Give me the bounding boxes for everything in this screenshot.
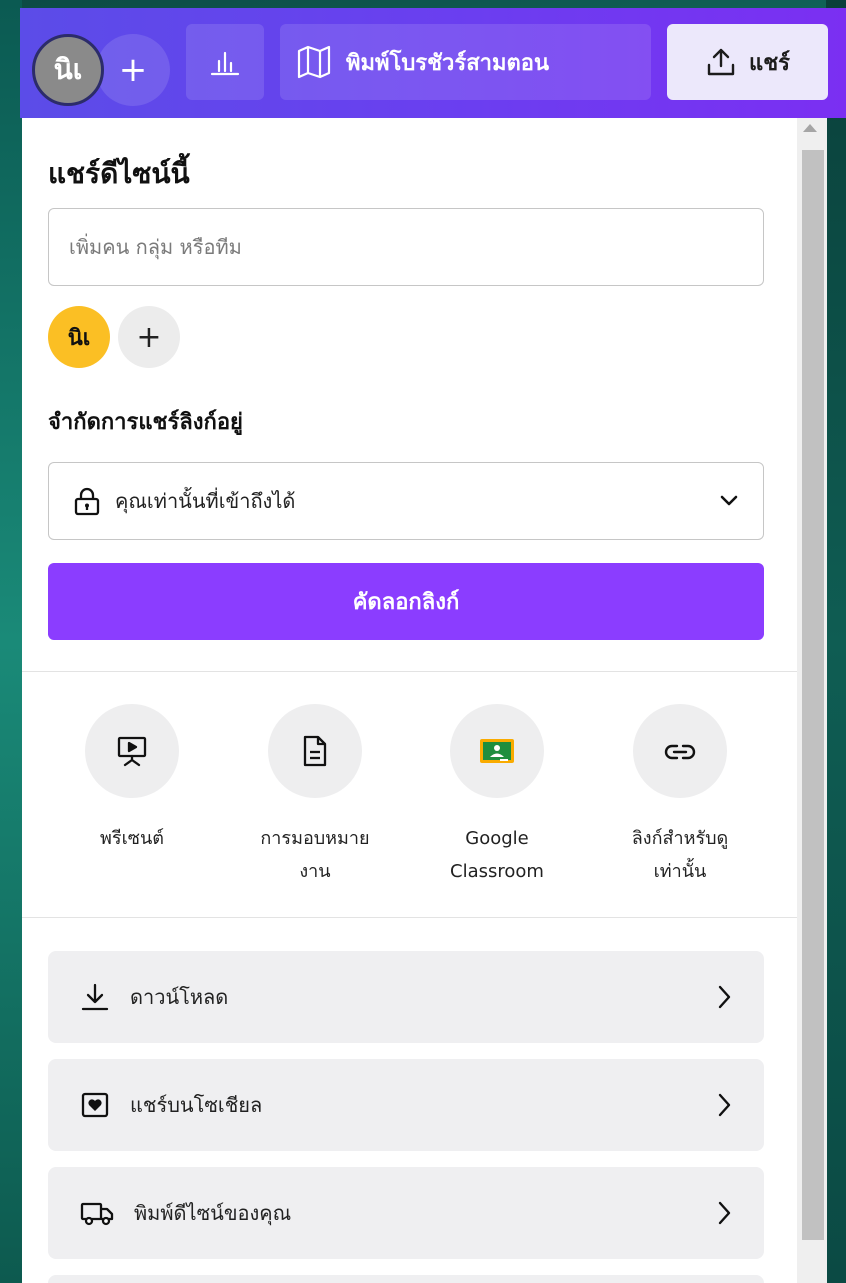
- scrollbar-thumb[interactable]: [802, 150, 824, 1240]
- social-heart-icon: [81, 1092, 109, 1118]
- invite-people-input[interactable]: [48, 208, 764, 286]
- option-view-only-link[interactable]: ลิงก์สำหรับดู เท่านั้น: [610, 704, 750, 888]
- option-label: ลิงก์สำหรับดู เท่านั้น: [631, 828, 729, 882]
- chevron-down-icon: [720, 495, 738, 506]
- add-member-button[interactable]: +: [118, 306, 180, 368]
- assignment-icon: [303, 735, 327, 767]
- access-level-dropdown[interactable]: คุณเท่านั้นที่เข้าถึงได้: [48, 462, 764, 540]
- background-left-edge: [0, 0, 22, 1283]
- next-row-partial[interactable]: [48, 1275, 764, 1283]
- share-button-label: แชร์: [749, 50, 790, 76]
- option-google-classroom[interactable]: Google Classroom: [427, 704, 567, 888]
- lock-icon: [74, 487, 100, 516]
- user-avatar[interactable]: นิเ: [32, 34, 104, 106]
- insights-button[interactable]: [186, 24, 264, 100]
- section-divider: [22, 671, 797, 672]
- option-label: พรีเซนต์: [100, 828, 164, 849]
- download-row[interactable]: ดาวน์โหลด: [48, 951, 764, 1043]
- print-product-button[interactable]: พิมพ์โบรชัวร์สามตอน: [280, 24, 651, 100]
- scroll-up-arrow-icon[interactable]: [803, 124, 817, 132]
- row-label: พิมพ์ดีไซน์ของคุณ: [134, 1201, 292, 1225]
- add-collaborator-button[interactable]: +: [96, 34, 170, 106]
- chevron-right-icon: [718, 1201, 731, 1225]
- panel-title: แชร์ดีไซน์นี้: [48, 157, 190, 190]
- share-social-row[interactable]: แชร์บนโซเชียล: [48, 1059, 764, 1151]
- share-button[interactable]: แชร์: [667, 24, 828, 100]
- option-present[interactable]: พรีเซนต์: [62, 704, 202, 855]
- download-icon: [81, 983, 109, 1011]
- access-label: จำกัดการแชร์ลิงก์อยู่: [48, 410, 243, 435]
- option-label: การมอบหมาย งาน: [260, 828, 370, 882]
- bar-chart-icon: [210, 51, 240, 76]
- background-right-edge: [826, 0, 846, 1283]
- truck-icon: [80, 1202, 114, 1226]
- map-fold-icon: [297, 45, 331, 79]
- google-classroom-icon: [480, 739, 514, 763]
- print-design-row[interactable]: พิมพ์ดีไซน์ของคุณ: [48, 1167, 764, 1259]
- row-label: แชร์บนโซเชียล: [130, 1093, 263, 1117]
- member-avatar[interactable]: นิเ: [48, 306, 110, 368]
- section-divider: [22, 917, 797, 918]
- link-icon: [664, 744, 696, 760]
- chevron-right-icon: [718, 1093, 731, 1117]
- print-product-label: พิมพ์โบรชัวร์สามตอน: [346, 50, 550, 76]
- copy-link-button[interactable]: คัดลอกลิงก์: [48, 563, 764, 640]
- chevron-right-icon: [718, 985, 731, 1009]
- option-label: Google Classroom: [450, 828, 544, 882]
- row-label: ดาวน์โหลด: [130, 985, 229, 1009]
- access-level-value: คุณเท่านั้นที่เข้าถึงได้: [115, 489, 296, 513]
- option-assignment[interactable]: การมอบหมาย งาน: [245, 704, 385, 888]
- upload-icon: [707, 48, 735, 76]
- present-icon: [117, 736, 147, 767]
